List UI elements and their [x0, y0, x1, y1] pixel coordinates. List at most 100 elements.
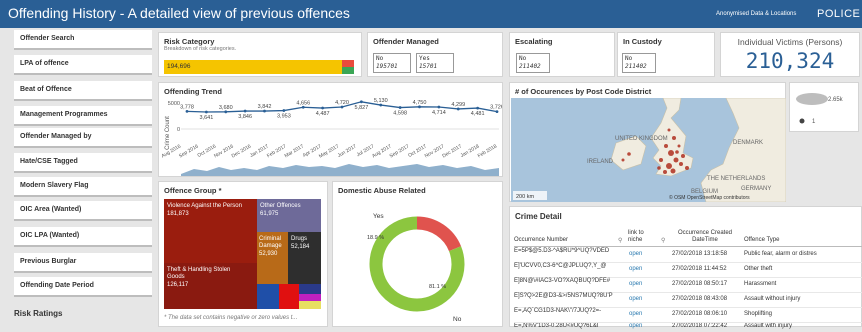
risk-category-title: Risk Category	[164, 37, 215, 46]
occurrence-map[interactable]: DENMARK UNITED KINGDOM IRELAND THE NETHE…	[511, 98, 786, 202]
trend-data-label: 3,778	[180, 104, 194, 110]
trend-point[interactable]	[321, 106, 325, 110]
cell-offence-type: Harassment	[744, 281, 777, 287]
risk-ratings-heading: Risk Ratings	[14, 309, 63, 318]
trend-point[interactable]	[379, 103, 383, 107]
trend-point[interactable]	[495, 110, 499, 114]
trend-navigator-area[interactable]	[181, 164, 499, 176]
trend-point[interactable]	[398, 106, 402, 109]
offender-managed-yes-value: 15701	[419, 63, 438, 70]
filter-hate-cse-tagged[interactable]: Hate/CSE Tagged	[14, 153, 152, 173]
trend-point[interactable]	[476, 106, 480, 110]
col-created-datetime[interactable]: Occurrence Created DateTime	[674, 230, 736, 244]
offending-trend-chart[interactable]: Crime Count 5000 0 3,778 3,641 3,680 3,846 3…	[159, 83, 502, 176]
cell-open-link[interactable]: open	[629, 266, 642, 272]
treemap-cell-red[interactable]	[279, 284, 299, 309]
filter-sidebar: Offender Search LPA of offence Beat of O…	[0, 28, 155, 327]
risk-bar-value: 194,696	[167, 63, 191, 70]
table-row[interactable]: E]'UCVV0,C3-6^C@JPLUQ?,Y_@ open 27/02/20…	[514, 263, 862, 278]
trend-point[interactable]	[301, 105, 305, 109]
col-link-to-niche[interactable]: link to niche	[628, 230, 658, 244]
mini-legend[interactable]: 2.65k 1	[790, 83, 858, 131]
trend-point[interactable]	[282, 109, 286, 112]
treemap-other-value: 61,975	[260, 211, 279, 217]
offence-group-title: Offence Group *	[164, 186, 222, 195]
cell-datetime: 27/02/2018 07:22:42	[672, 323, 728, 329]
trend-point[interactable]	[359, 100, 363, 104]
treemap-cell-blue[interactable]	[257, 284, 279, 309]
table-row[interactable]: E=,AQ`CG1D3-NAK\"/7JUQ?2=- open 27/02/20…	[514, 308, 862, 323]
escalating-no-label: No	[519, 55, 527, 62]
trend-x-tick-label: Mar 2017	[284, 143, 305, 159]
col-occurrence-number[interactable]: Occurrence Number	[514, 237, 568, 243]
trend-x-tick-label: May 2017	[318, 143, 340, 159]
filter-oic-lpa-wanted[interactable]: OIC LPA (Wanted)	[14, 227, 152, 247]
filter-oic-area-wanted[interactable]: OIC Area (Wanted)	[14, 201, 152, 221]
offender-managed-yes[interactable]: Yes 15701	[416, 53, 454, 73]
trend-point[interactable]	[204, 110, 208, 114]
cell-open-link[interactable]: open	[629, 323, 642, 329]
cell-open-link[interactable]: open	[629, 296, 642, 302]
cell-open-link[interactable]: open	[629, 251, 642, 257]
donut-slice-yes[interactable]	[416, 216, 462, 252]
cell-offence-type: Public fear, alarm or distres	[744, 251, 817, 257]
offender-managed-panel: Offender Managed No 195701 Yes 15701	[367, 32, 503, 77]
map-label-germany: GERMANY	[741, 186, 771, 192]
table-row[interactable]: E]S?Q>2E@D3-&>/5NS7MUQ?8U'P open 27/02/2…	[514, 293, 862, 308]
cell-open-link[interactable]: open	[629, 281, 642, 287]
treemap-other[interactable]: Other Offences 61,975	[257, 199, 321, 232]
trend-data-label: 4,750	[413, 100, 427, 106]
size-legend-value-1: 2.65k	[828, 97, 844, 103]
trend-point[interactable]	[456, 107, 460, 111]
treemap-cell-navy[interactable]	[299, 284, 321, 294]
treemap-criminal-damage-label: Criminal Damage	[259, 236, 282, 249]
trend-point[interactable]	[418, 105, 421, 109]
treemap-drugs[interactable]: Drugs 52,184	[288, 232, 321, 284]
size-legend-dot	[799, 118, 805, 124]
trend-point[interactable]	[224, 110, 228, 114]
filter-lpa-of-offence[interactable]: LPA of offence	[14, 55, 152, 75]
trend-point[interactable]	[263, 109, 266, 113]
trend-data-label: 4,299	[451, 102, 465, 108]
risk-bar-high[interactable]	[342, 60, 354, 67]
donut-no-pct: 81.1 %	[429, 284, 446, 290]
trend-point[interactable]	[340, 105, 344, 109]
filter-modern-slavery-flag[interactable]: Modern Slavery Flag	[14, 177, 152, 197]
size-legend-shape	[796, 93, 828, 105]
in-custody-no[interactable]: No 211402	[622, 53, 656, 73]
treemap-violence[interactable]: Violence Against the Person 181,873 Thef…	[164, 199, 257, 309]
cell-offence-type: Other theft	[744, 266, 773, 272]
filter-previous-burglar[interactable]: Previous Burglar	[14, 253, 152, 273]
trend-point[interactable]	[243, 109, 247, 113]
trend-x-tick-label: Sep 2016	[178, 143, 200, 159]
table-row[interactable]: E=,N%V'1D3-0.28U<#UQ?6L&I open 27/02/201…	[514, 323, 862, 332]
col-offence-type[interactable]: Offence Type	[744, 237, 779, 243]
filter-management-programmes[interactable]: Management Programmes	[14, 106, 152, 126]
filter-offender-managed-by[interactable]: Offender Managed by	[14, 128, 152, 148]
treemap-violence-value: 181,873	[167, 211, 189, 217]
table-row[interactable]: E=5P$@5.D3-^A$RU*9^UQ?VDED open 27/02/20…	[514, 248, 862, 263]
map-credit[interactable]: © OSM OpenStreetMap contributors	[669, 194, 750, 201]
search-icon[interactable]: ⚲	[661, 237, 665, 244]
filter-offending-date-period[interactable]: Offending Date Period	[14, 277, 152, 297]
cell-offence-type: Assault without injury	[744, 296, 801, 302]
treemap-cell-magenta[interactable]	[299, 294, 321, 301]
trend-point[interactable]	[437, 105, 441, 109]
filter-beat-of-offence[interactable]: Beat of Offence	[14, 81, 152, 101]
offender-managed-no[interactable]: No 195701	[373, 53, 411, 73]
trend-tick-5000: 5000	[168, 101, 180, 107]
trend-point[interactable]	[185, 109, 189, 113]
cell-offence-type: Assault with injury	[744, 323, 793, 329]
search-icon[interactable]: ⚲	[618, 237, 622, 244]
treemap-theft[interactable]: Theft & Handling Stolen Goods 126,117	[164, 263, 257, 309]
trend-data-label: 4,481	[471, 111, 485, 117]
escalating-no[interactable]: No 211402	[516, 53, 550, 73]
filter-offender-search[interactable]: Offender Search	[14, 30, 152, 50]
treemap-criminal-damage[interactable]: Criminal Damage 52,930	[257, 232, 288, 284]
risk-bar-low[interactable]	[342, 67, 354, 74]
treemap-cell-yellow[interactable]	[299, 301, 321, 309]
table-row[interactable]: E]8N@\#IAC3-VO?XAQBUQ?DFE# open 27/02/20…	[514, 278, 862, 293]
cell-open-link[interactable]: open	[629, 311, 642, 317]
domestic-abuse-donut[interactable]: Yes 18.9 % 81.1 % No	[333, 198, 502, 326]
trend-data-label: 3,846	[238, 114, 252, 120]
